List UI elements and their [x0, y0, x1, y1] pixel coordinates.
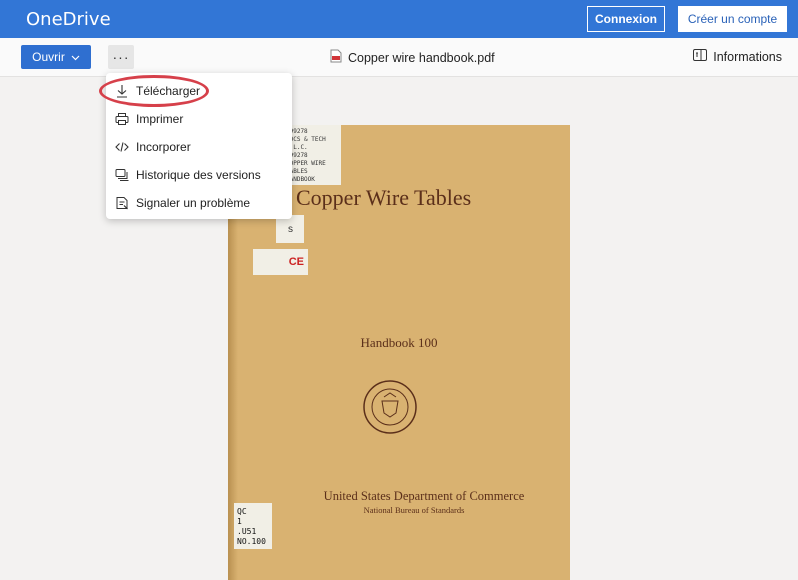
info-button[interactable]: Informations [693, 49, 782, 64]
embed-icon [108, 140, 136, 154]
file-name-label: Copper wire handbook.pdf [348, 50, 495, 65]
onedrive-logo[interactable]: OneDrive [26, 9, 111, 30]
pdf-file-icon [330, 49, 342, 66]
menu-item-label: Incorporer [136, 140, 191, 154]
create-account-button[interactable]: Créer un compte [678, 6, 787, 32]
more-options-button[interactable]: ··· [108, 45, 134, 69]
menu-item-print[interactable]: Imprimer [106, 105, 292, 133]
call-number-label: QC 1 .U51 NO.100 [234, 503, 272, 549]
bureau-name: National Bureau of Standards [363, 505, 465, 515]
handbook-number: Handbook 100 [360, 335, 438, 350]
document-title: Copper Wire Tables [296, 185, 472, 210]
menu-item-label: Imprimer [136, 112, 184, 126]
open-button[interactable]: Ouvrir [21, 45, 91, 69]
menu-item-label: Historique des versions [136, 168, 261, 182]
command-bar: Ouvrir ··· Copper wire handbook.pdf Info… [0, 38, 798, 77]
top-header: OneDrive Connexion Créer un compte [0, 0, 798, 38]
version-history-icon [108, 168, 136, 182]
department-seal-icon [362, 379, 418, 440]
highlight-annotation [99, 75, 209, 107]
label-sticker: s [276, 215, 304, 243]
department-name: United States Department of Commerce [323, 489, 525, 503]
menu-item-report-problem[interactable]: Signaler un problème [106, 189, 292, 217]
open-button-label: Ouvrir [32, 50, 65, 64]
print-icon [108, 112, 136, 126]
report-icon [108, 196, 136, 210]
file-title: Copper wire handbook.pdf [330, 49, 495, 66]
menu-item-label: Signaler un problème [136, 196, 251, 210]
chevron-down-icon [71, 50, 80, 64]
menu-item-embed[interactable]: Incorporer [106, 133, 292, 161]
info-label: Informations [713, 49, 782, 64]
menu-item-version-history[interactable]: Historique des versions [106, 161, 292, 189]
reference-sticker: CE [253, 249, 308, 275]
sign-in-button[interactable]: Connexion [587, 6, 665, 32]
info-pane-icon [693, 49, 708, 64]
